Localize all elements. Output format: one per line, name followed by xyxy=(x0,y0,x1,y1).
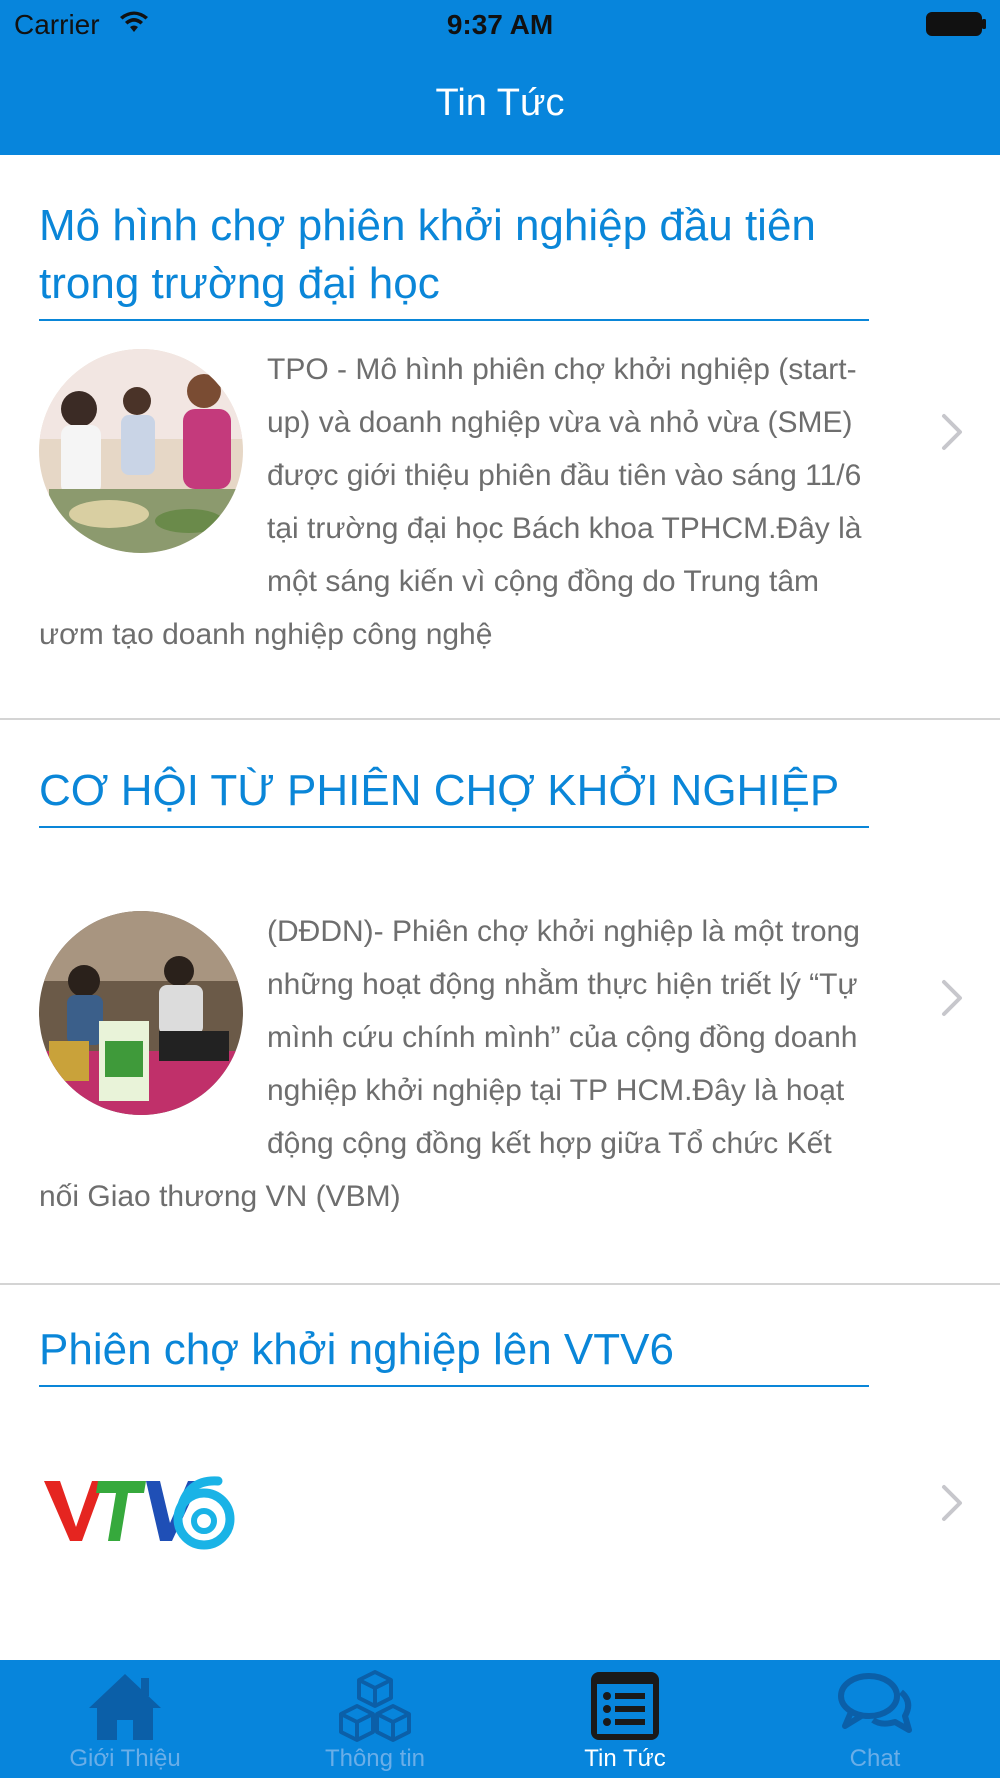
chevron-right-icon xyxy=(942,980,962,1016)
tab-bar: Giới Thiệu Thông tin Tin Tức Chat xyxy=(0,1660,1000,1778)
status-time: 9:37 AM xyxy=(446,9,554,40)
header: Carrier 9:37 AM Tin Tức xyxy=(0,0,1000,155)
news-title: CƠ HỘI TỪ PHIÊN CHỢ KHỞI NGHIỆP xyxy=(39,762,869,828)
news-thumbnail xyxy=(39,911,243,1115)
battery-icon xyxy=(926,12,986,36)
tab-label: Chat xyxy=(849,1745,901,1772)
screen: Carrier 9:37 AM Tin Tức Mô hình chợ phiê… xyxy=(0,0,1000,1778)
news-thumbnail xyxy=(39,349,243,553)
news-body: (DĐDN)- Phiên chợ khởi nghiệp là một tro… xyxy=(39,905,869,1223)
news-item[interactable]: Mô hình chợ phiên khởi nghiệp đầu tiên t… xyxy=(0,155,1000,720)
news-list-icon xyxy=(591,1672,659,1740)
news-title: Phiên chợ khởi nghiệp lên VTV6 xyxy=(39,1321,869,1387)
chat-bubbles-icon xyxy=(838,1673,912,1733)
news-body: TPO - Mô hình phiên chợ khởi nghiệp (sta… xyxy=(39,343,869,661)
home-icon xyxy=(89,1674,161,1740)
tab-label: Tin Tức xyxy=(584,1745,666,1772)
chevron-right-icon xyxy=(942,1485,962,1521)
news-title: Mô hình chợ phiên khởi nghiệp đầu tiên t… xyxy=(39,197,869,321)
tab-chat[interactable]: Chat xyxy=(750,1660,1000,1778)
tab-label: Giới Thiệu xyxy=(69,1745,181,1772)
news-list: Mô hình chợ phiên khởi nghiệp đầu tiên t… xyxy=(0,155,1000,1660)
vtv6-logo xyxy=(44,1476,235,1550)
page-title: Tin Tức xyxy=(435,82,565,124)
cubes-icon xyxy=(339,1670,411,1742)
tab-label: Thông tin xyxy=(324,1745,426,1772)
news-item[interactable]: Phiên chợ khởi nghiệp lên VTV6 xyxy=(0,1285,1000,1660)
tab-gioi-thieu[interactable]: Giới Thiệu xyxy=(0,1660,250,1778)
tab-tin-tuc[interactable]: Tin Tức xyxy=(500,1660,750,1778)
chevron-right-icon xyxy=(942,414,962,450)
news-item[interactable]: CƠ HỘI TỪ PHIÊN CHỢ KHỞI NGHIỆP (DĐDN)- … xyxy=(0,720,1000,1285)
tab-thong-tin[interactable]: Thông tin xyxy=(250,1660,500,1778)
